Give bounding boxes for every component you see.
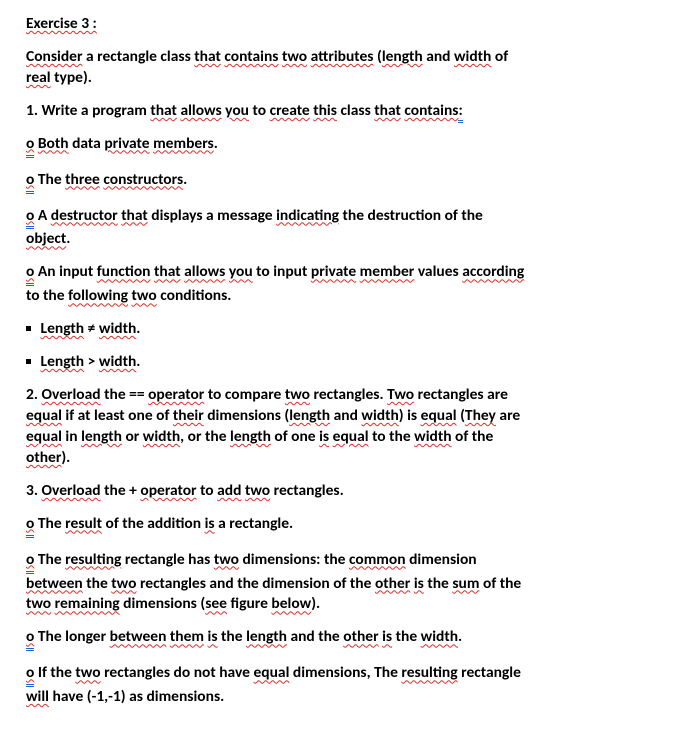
- bullet-o-icon: o: [26, 550, 34, 574]
- bullet-o-icon: o: [26, 627, 34, 651]
- heading-exercise: Exercise 3 :: [26, 14, 659, 35]
- q1-condition-neq: Length ≠ width.: [26, 319, 659, 340]
- bullet-o-icon: o: [26, 170, 34, 194]
- q1-condition-gt: Length > width.: [26, 352, 659, 373]
- q3-item-no-equal: o If the two rectangles do not have equa…: [26, 663, 659, 708]
- bullet-o-icon: o: [26, 262, 34, 286]
- q2-paragraph: 2. Overload the == operator to compare t…: [26, 385, 659, 469]
- bullet-square-icon: [26, 326, 31, 331]
- title-text: Exercise 3 :: [26, 14, 97, 33]
- q1-header: 1. Write a program that allows you to cr…: [26, 101, 659, 122]
- bullet-o-icon: o: [26, 514, 34, 538]
- bullet-square-icon: [26, 359, 31, 364]
- bullet-o-icon: o: [26, 663, 34, 687]
- bullet-o-icon: o: [26, 134, 34, 158]
- q3-item-length-width: o The longer between them is the length …: [26, 627, 659, 651]
- q1-item-destructor: o A destructor that displays a message i…: [26, 206, 659, 251]
- q1-item-constructors: o The three constructors.: [26, 170, 659, 194]
- bullet-o-icon: o: [26, 206, 34, 230]
- q1-item-private-members: o Both data private members.: [26, 134, 659, 158]
- q3-item-result-rectangle: o The result of the addition is a rectan…: [26, 514, 659, 538]
- q3-item-dimensions: o The resulting rectangle has two dimens…: [26, 550, 659, 616]
- q1-item-input-function: o An input function that allows you to i…: [26, 262, 659, 307]
- intro-paragraph: Consider a rectangle class that contains…: [26, 47, 659, 89]
- q3-header: 3. Overload the + operator to add two re…: [26, 481, 659, 502]
